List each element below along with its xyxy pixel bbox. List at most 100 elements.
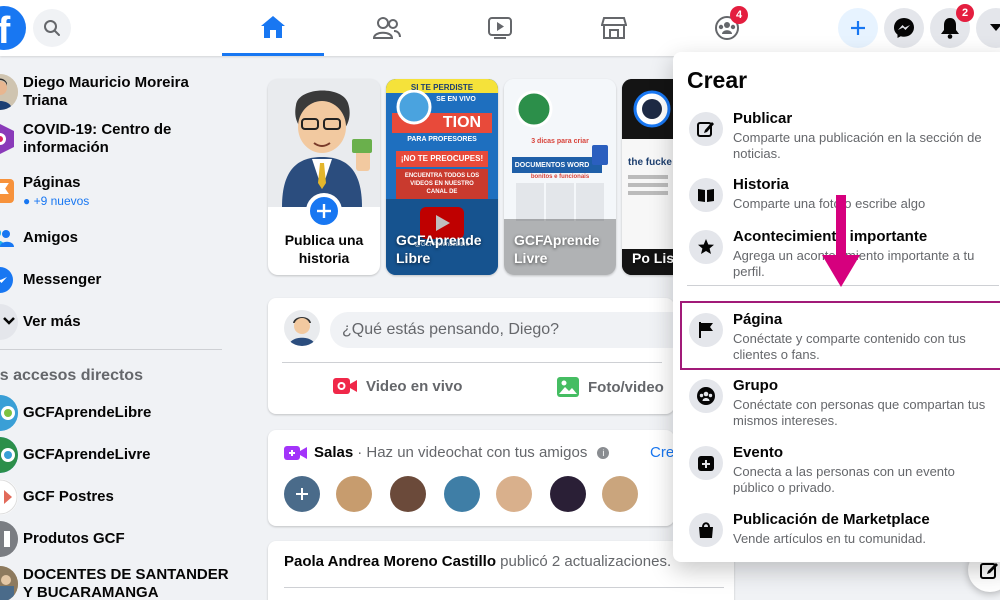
post-divider: [284, 587, 724, 588]
pages-new-count: ● +9 nuevos: [23, 194, 90, 208]
contact-avatar[interactable]: [550, 476, 586, 512]
sidebar-item-pages[interactable]: Páginas ● +9 nuevos: [0, 173, 89, 209]
create-room-link[interactable]: Cre: [650, 444, 674, 461]
compose-icon: [980, 563, 998, 579]
post-action: publicó 2 actualizaciones.: [496, 553, 672, 570]
contact-avatar[interactable]: [496, 476, 532, 512]
menu-item-label: Acontecimiento importante: [733, 228, 928, 245]
story-text: SE EN VIVO: [436, 96, 476, 103]
book-story-icon: [689, 178, 723, 212]
shortcut-docentes[interactable]: DOCENTES DE SANTANDER Y BUCARAMANGA: [0, 566, 233, 600]
sidebar-item-label: COVID-19: Centro de información: [23, 121, 172, 156]
tab-friends[interactable]: [336, 0, 438, 56]
contact-avatar[interactable]: [602, 476, 638, 512]
create-room-avatar-button[interactable]: [284, 476, 320, 512]
plus-icon: [851, 21, 865, 35]
contact-avatar[interactable]: [390, 476, 426, 512]
sidebar-item-label: Ver más: [23, 313, 81, 330]
home-icon: [261, 15, 285, 38]
shopping-bag-icon: [689, 513, 723, 547]
star-icon: [689, 230, 723, 264]
left-sidebar: Diego Mauricio Moreira Triana COVID-19: …: [0, 56, 235, 600]
groups-badge: 4: [730, 6, 748, 24]
friends-icon: [0, 220, 18, 256]
top-navigation-bar: f 4 2: [0, 0, 1000, 56]
story-text: CANAL DE: [426, 189, 458, 195]
story-text: VIDEOS EN NUESTRO: [410, 181, 474, 187]
info-icon[interactable]: i: [597, 446, 610, 459]
new-dot-icon: ●: [23, 194, 34, 208]
contact-avatar[interactable]: [336, 476, 372, 512]
rooms-card: Salas · Haz un videochat con tus amigos …: [268, 430, 674, 526]
sidebar-item-profile[interactable]: Diego Mauricio Moreira Triana: [0, 74, 235, 110]
rooms-header: Salas · Haz un videochat con tus amigos …: [284, 444, 610, 461]
tab-groups[interactable]: 4: [676, 0, 778, 56]
search-button[interactable]: [33, 9, 71, 47]
messenger-button[interactable]: [884, 8, 924, 48]
chevron-down-icon: [0, 304, 18, 340]
marketplace-icon: [601, 17, 627, 39]
shortcut-produtos-gcf[interactable]: Produtos GCF: [0, 521, 125, 557]
story-author: Po Lis: [632, 250, 674, 266]
menu-item-label: Evento: [733, 444, 784, 461]
live-video-button[interactable]: Video en vivo: [332, 376, 462, 396]
sidebar-item-messenger[interactable]: Messenger: [0, 262, 101, 298]
flag-icon: [689, 313, 723, 347]
story-author: GCFAprende Livre: [514, 232, 600, 266]
messenger-icon: [0, 262, 18, 298]
menu-item-label: Publicar: [733, 110, 793, 127]
sidebar-item-label: Diego Mauricio Moreira Triana: [23, 74, 189, 109]
tab-home[interactable]: [222, 0, 324, 56]
shortcut-gcfaprendelivre[interactable]: GCFAprendeLivre: [0, 437, 151, 473]
shortcut-gcfaprendelibre[interactable]: GCFAprendeLibre: [0, 395, 151, 431]
shortcut-gcf-postres[interactable]: GCF Postres: [0, 479, 114, 515]
gcf-postres-logo-icon: [0, 479, 18, 515]
tab-marketplace[interactable]: [563, 0, 665, 56]
menu-item-description: Agrega un acontecimiento importante a tu…: [733, 248, 975, 279]
whats-on-your-mind-input[interactable]: ¿Qué estás pensando, Diego?: [330, 312, 690, 348]
live-video-label: Video en vivo: [366, 377, 463, 395]
shortcut-label: GCF Postres: [23, 488, 114, 505]
sidebar-divider: [0, 349, 222, 350]
group-icon: [689, 379, 723, 413]
create-button[interactable]: [838, 8, 878, 48]
story-text: PARA PROFESORES: [407, 136, 477, 143]
sidebar-item-covid[interactable]: COVID-19: Centro de información: [0, 121, 183, 157]
docentes-avatar: [0, 566, 18, 600]
story-card[interactable]: the fucke Po Lis: [622, 79, 674, 275]
menu-item-label: Historia: [733, 176, 789, 193]
live-video-icon: [333, 378, 357, 394]
create-menu-title: Crear: [687, 67, 748, 93]
photo-video-button[interactable]: Foto/video: [556, 376, 664, 398]
story-text: TION: [442, 114, 482, 131]
contact-avatar[interactable]: [444, 476, 480, 512]
profile-avatar: [0, 74, 18, 110]
plus-icon: [296, 488, 308, 500]
shortcut-label: GCFAprendeLivre: [23, 446, 151, 463]
menu-item-label: Página: [733, 311, 783, 328]
notifications-button[interactable]: 2: [930, 4, 974, 48]
create-menu: Crear Publicar Comparte una publicación …: [673, 52, 1000, 562]
edit-post-icon: [689, 112, 723, 146]
add-story-button[interactable]: [306, 193, 342, 229]
pages-flag-icon: [0, 173, 18, 209]
menu-item-description: Conéctate y comparte contenido con tus c…: [733, 331, 966, 362]
annotation-arrow-icon: [822, 195, 860, 287]
account-menu-button[interactable]: [976, 8, 1000, 48]
watch-icon: [488, 17, 512, 39]
post-author[interactable]: Paola Andrea Moreno Castillo: [284, 553, 496, 570]
room-video-icon: [284, 445, 307, 460]
plus-icon: [317, 204, 331, 218]
create-story-card[interactable]: Publica una historia: [268, 79, 380, 275]
menu-item-description: Conéctate con personas que compartan tus…: [733, 397, 986, 428]
sidebar-item-friends[interactable]: Amigos: [0, 220, 78, 256]
story-text: ¡NO TE PREOCUPES!: [400, 154, 484, 163]
facebook-logo[interactable]: f: [0, 6, 26, 50]
sidebar-item-see-more[interactable]: Ver más: [0, 304, 81, 340]
story-thumbnail: [622, 79, 674, 275]
story-card[interactable]: SI TE PERDISTE SE EN VIVO TION PARA PROF…: [386, 79, 498, 275]
menu-item-description: Vende artículos en tu comunidad.: [733, 531, 926, 546]
tab-watch[interactable]: [449, 0, 551, 56]
story-card[interactable]: 3 dicas para criar DOCUMENTOS WORD bonit…: [504, 79, 616, 275]
messenger-icon: [894, 18, 914, 38]
